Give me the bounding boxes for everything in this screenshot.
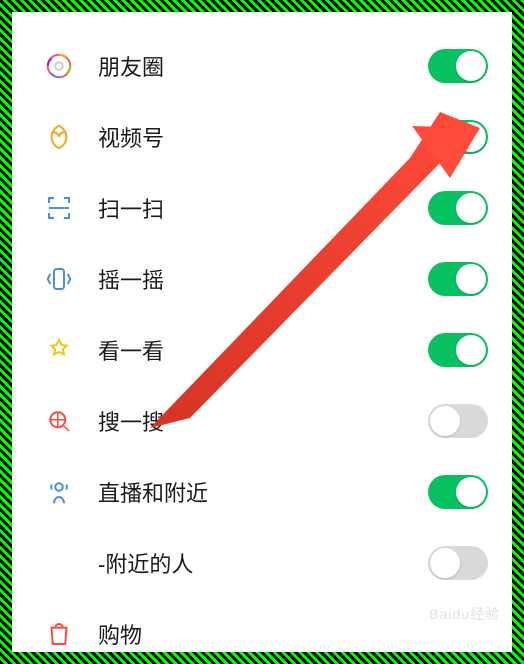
setting-label: 朋友圈: [98, 50, 428, 82]
shake-icon: [42, 262, 76, 296]
watermark: Baidu经验: [429, 604, 500, 624]
toggle-knob: [430, 548, 460, 578]
setting-row-search: 搜一搜: [12, 385, 512, 456]
setting-row-shake: 摇一摇: [12, 243, 512, 314]
toggle-channels[interactable]: [428, 120, 488, 154]
setting-label: 直播和附近: [98, 476, 428, 508]
setting-row-channels: 视频号: [12, 101, 512, 172]
toggle-topstories[interactable]: [428, 333, 488, 367]
setting-row-people: -附近的人: [12, 527, 512, 598]
channels-icon: [42, 120, 76, 154]
eye-icon: [42, 333, 76, 367]
setting-row-scan: 扫一扫: [12, 172, 512, 243]
toggle-moments[interactable]: [428, 49, 488, 83]
setting-label: 购物: [98, 618, 428, 650]
setting-label: 搜一搜: [98, 405, 428, 437]
setting-label: 看一看: [98, 334, 428, 366]
settings-panel: 朋友圈视频号扫一扫摇一摇看一看搜一搜直播和附近 -附近的人购物: [12, 12, 512, 652]
toggle-knob: [456, 335, 486, 365]
toggle-shake[interactable]: [428, 262, 488, 296]
setting-label: 视频号: [98, 121, 428, 153]
setting-row-nearby: 直播和附近: [12, 456, 512, 527]
toggle-knob: [456, 51, 486, 81]
shopping-icon: [42, 617, 76, 651]
toggle-knob: [456, 122, 486, 152]
setting-row-moments: 朋友圈: [12, 30, 512, 101]
setting-row-topstories: 看一看: [12, 314, 512, 385]
toggle-nearby[interactable]: [428, 475, 488, 509]
toggle-knob: [456, 477, 486, 507]
toggle-knob: [456, 264, 486, 294]
toggle-knob: [456, 193, 486, 223]
moments-icon: [42, 49, 76, 83]
setting-label: 摇一摇: [98, 263, 428, 295]
scan-icon: [42, 191, 76, 225]
search-icon: [42, 404, 76, 438]
nearby-icon: [42, 475, 76, 509]
toggle-search[interactable]: [428, 404, 488, 438]
blank-icon: [42, 546, 76, 580]
toggle-knob: [430, 406, 460, 436]
toggle-people[interactable]: [428, 546, 488, 580]
toggle-scan[interactable]: [428, 191, 488, 225]
setting-label: -附近的人: [98, 547, 428, 579]
setting-label: 扫一扫: [98, 192, 428, 224]
